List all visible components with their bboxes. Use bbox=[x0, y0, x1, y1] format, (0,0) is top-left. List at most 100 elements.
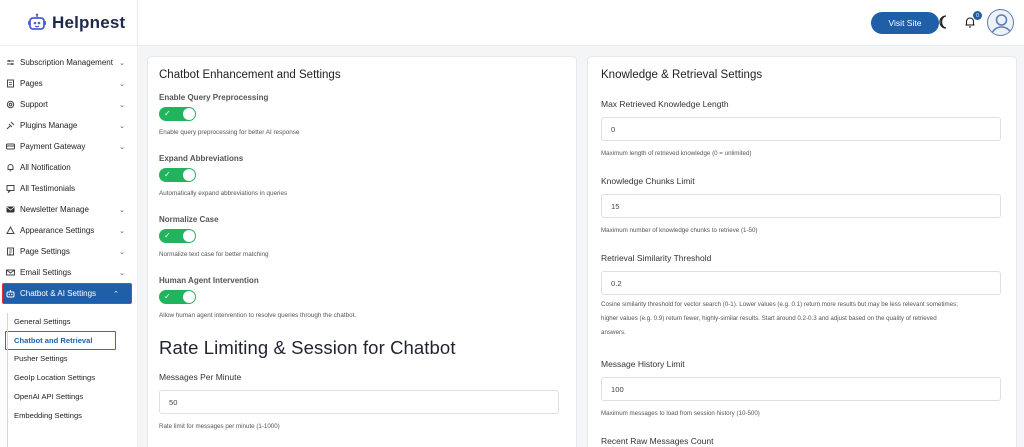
field-help-text: Maximum number of knowledge chunks to re… bbox=[601, 227, 758, 234]
toggle-label: Human Agent Intervention bbox=[159, 276, 259, 285]
newsletter-icon bbox=[6, 205, 15, 214]
email-icon bbox=[6, 268, 15, 277]
submenu-guide-line bbox=[7, 313, 8, 447]
similarity-threshold-input[interactable]: 0.2 bbox=[601, 271, 1001, 295]
sidebar-item-newsletter[interactable]: Newsletter Manage ⌄ bbox=[0, 199, 137, 220]
chevron-down-icon: ⌄ bbox=[119, 248, 125, 256]
sidebar-item-label: Appearance Settings bbox=[20, 226, 95, 235]
sidebar-item-chatbot-ai[interactable]: Chatbot & AI Settings ⌃ bbox=[2, 283, 132, 304]
recent-raw-messages-field: Recent Raw Messages Count bbox=[601, 436, 1001, 446]
page-settings-icon bbox=[6, 247, 15, 256]
sidebar-submenu: General Settings Chatbot and Retrieval P… bbox=[0, 312, 137, 425]
dark-mode-toggle-icon[interactable] bbox=[937, 14, 951, 30]
sidebar-item-page-settings[interactable]: Page Settings ⌄ bbox=[0, 241, 137, 262]
sidebar-item-testimonials[interactable]: All Testimonials bbox=[0, 178, 137, 199]
notification-count-badge: 0 bbox=[973, 11, 982, 20]
sidebar-item-label: Subscription Management bbox=[20, 58, 113, 67]
message-history-limit-input[interactable]: 100 bbox=[601, 377, 1001, 401]
sidebar-item-label: All Testimonials bbox=[20, 184, 75, 193]
field-label: Knowledge Chunks Limit bbox=[601, 176, 695, 186]
submenu-item-embedding-settings[interactable]: Embedding Settings bbox=[0, 406, 137, 425]
sidebar-item-email[interactable]: Email Settings ⌄ bbox=[0, 262, 137, 283]
sidebar-item-support[interactable]: Support ⌄ bbox=[0, 94, 137, 115]
messages-per-minute-field: Messages Per Minute 50 Rate limit for me… bbox=[159, 372, 559, 434]
submenu-item-general-settings[interactable]: General Settings bbox=[0, 312, 137, 331]
sidebar-item-payment[interactable]: Payment Gateway ⌄ bbox=[0, 136, 137, 157]
max-knowledge-length-input[interactable]: 0 bbox=[601, 117, 1001, 141]
knowledge-chunks-limit-input[interactable]: 15 bbox=[601, 194, 1001, 218]
help-line: higher values (e.g. 0.9) return fewer, h… bbox=[601, 315, 937, 322]
field-help-text: Maximum length of retrieved knowledge (0… bbox=[601, 150, 752, 157]
chevron-down-icon: ⌄ bbox=[119, 101, 125, 109]
sidebar-item-label: Support bbox=[20, 100, 49, 109]
chevron-down-icon: ⌄ bbox=[119, 122, 125, 130]
human-agent-toggle[interactable]: ✓ bbox=[159, 290, 196, 304]
toggle-help-text: Allow human agent intervention to resolv… bbox=[159, 312, 357, 319]
chevron-down-icon: ⌄ bbox=[119, 143, 125, 151]
toggle-help-text: Normalize text case for better matching bbox=[159, 251, 269, 258]
toggle-label: Expand Abbreviations bbox=[159, 154, 244, 163]
field-label: Recent Raw Messages Count bbox=[601, 436, 714, 446]
user-avatar[interactable] bbox=[987, 9, 1014, 36]
check-icon: ✓ bbox=[164, 170, 171, 179]
chevron-down-icon: ⌄ bbox=[119, 227, 125, 235]
field-help-text: Maximum messages to load from session hi… bbox=[601, 410, 760, 417]
appearance-icon bbox=[6, 226, 15, 235]
support-icon bbox=[6, 100, 15, 109]
max-knowledge-length-field: Max Retrieved Knowledge Length 0 Maximum… bbox=[601, 99, 1001, 161]
brand[interactable]: Helpnest bbox=[0, 0, 137, 46]
toggle-label: Normalize Case bbox=[159, 215, 219, 224]
sidebar-item-label: Plugins Manage bbox=[20, 121, 78, 130]
toggle-knob bbox=[183, 291, 195, 303]
sidebar-item-label: Page Settings bbox=[20, 247, 70, 256]
sidebar-item-label: Payment Gateway bbox=[20, 142, 86, 151]
sidebar-item-label: Email Settings bbox=[20, 268, 72, 277]
field-label: Retrieval Similarity Threshold bbox=[601, 253, 712, 263]
check-icon: ✓ bbox=[164, 231, 171, 240]
chevron-down-icon: ⌄ bbox=[119, 206, 125, 214]
toggle-query-preprocessing: Enable Query Preprocessing ✓ Enable quer… bbox=[159, 93, 299, 136]
card-title: Chatbot Enhancement and Settings bbox=[159, 69, 341, 81]
field-label: Messages Per Minute bbox=[159, 372, 242, 382]
toggle-knob bbox=[183, 230, 195, 242]
chatbot-enhancement-card: Chatbot Enhancement and Settings Enable … bbox=[147, 56, 577, 447]
check-icon: ✓ bbox=[164, 109, 171, 118]
chevron-up-icon: ⌃ bbox=[113, 290, 119, 298]
toggle-label: Enable Query Preprocessing bbox=[159, 93, 269, 102]
sidebar-item-subscription[interactable]: Subscription Management ⌄ bbox=[0, 52, 137, 73]
submenu-item-geoip-settings[interactable]: GeoIp Location Settings bbox=[0, 368, 137, 387]
check-icon: ✓ bbox=[164, 292, 171, 301]
messages-per-minute-input[interactable]: 50 bbox=[159, 390, 559, 414]
help-line: Cosine similarity threshold for vector s… bbox=[601, 301, 958, 308]
toggle-human-agent: Human Agent Intervention ✓ Allow human a… bbox=[159, 276, 356, 319]
submenu-item-pusher-settings[interactable]: Pusher Settings bbox=[0, 350, 137, 369]
submenu-item-chatbot-retrieval[interactable]: Chatbot and Retrieval bbox=[5, 330, 116, 350]
pages-icon bbox=[6, 79, 15, 88]
payment-icon bbox=[6, 142, 15, 151]
brand-name: Helpnest bbox=[52, 12, 126, 32]
rate-limiting-heading: Rate Limiting & Session for Chatbot bbox=[159, 337, 456, 358]
sidebar: Helpnest Subscription Management ⌄ Pages… bbox=[0, 0, 138, 447]
normalize-case-toggle[interactable]: ✓ bbox=[159, 229, 196, 243]
toggle-knob bbox=[183, 169, 195, 181]
query-preprocessing-toggle[interactable]: ✓ bbox=[159, 107, 196, 121]
toggle-help-text: Automatically expand abbreviations in qu… bbox=[159, 190, 288, 197]
expand-abbreviations-toggle[interactable]: ✓ bbox=[159, 168, 196, 182]
chevron-down-icon: ⌄ bbox=[119, 269, 125, 277]
submenu-item-openai-settings[interactable]: OpenAI API Settings bbox=[0, 387, 137, 406]
sidebar-item-appearance[interactable]: Appearance Settings ⌄ bbox=[0, 220, 137, 241]
sidebar-item-plugins[interactable]: Plugins Manage ⌄ bbox=[0, 115, 137, 136]
card-title: Knowledge & Retrieval Settings bbox=[601, 69, 763, 81]
sidebar-item-label: All Notification bbox=[20, 163, 71, 172]
knowledge-retrieval-card: Knowledge & Retrieval Settings Max Retri… bbox=[587, 56, 1017, 447]
bell-icon bbox=[6, 163, 15, 172]
field-help-text: Rate limit for messages per minute (1-10… bbox=[159, 423, 280, 430]
sidebar-item-pages[interactable]: Pages ⌄ bbox=[0, 73, 137, 94]
sidebar-item-notifications[interactable]: All Notification bbox=[0, 157, 137, 178]
sidebar-item-label: Chatbot & AI Settings bbox=[20, 289, 97, 298]
field-label: Max Retrieved Knowledge Length bbox=[601, 99, 729, 109]
message-history-limit-field: Message History Limit 100 Maximum messag… bbox=[601, 359, 1001, 421]
chatbot-icon bbox=[6, 289, 15, 298]
plugin-icon bbox=[6, 121, 15, 130]
visit-site-button[interactable]: Visit Site bbox=[871, 12, 939, 34]
